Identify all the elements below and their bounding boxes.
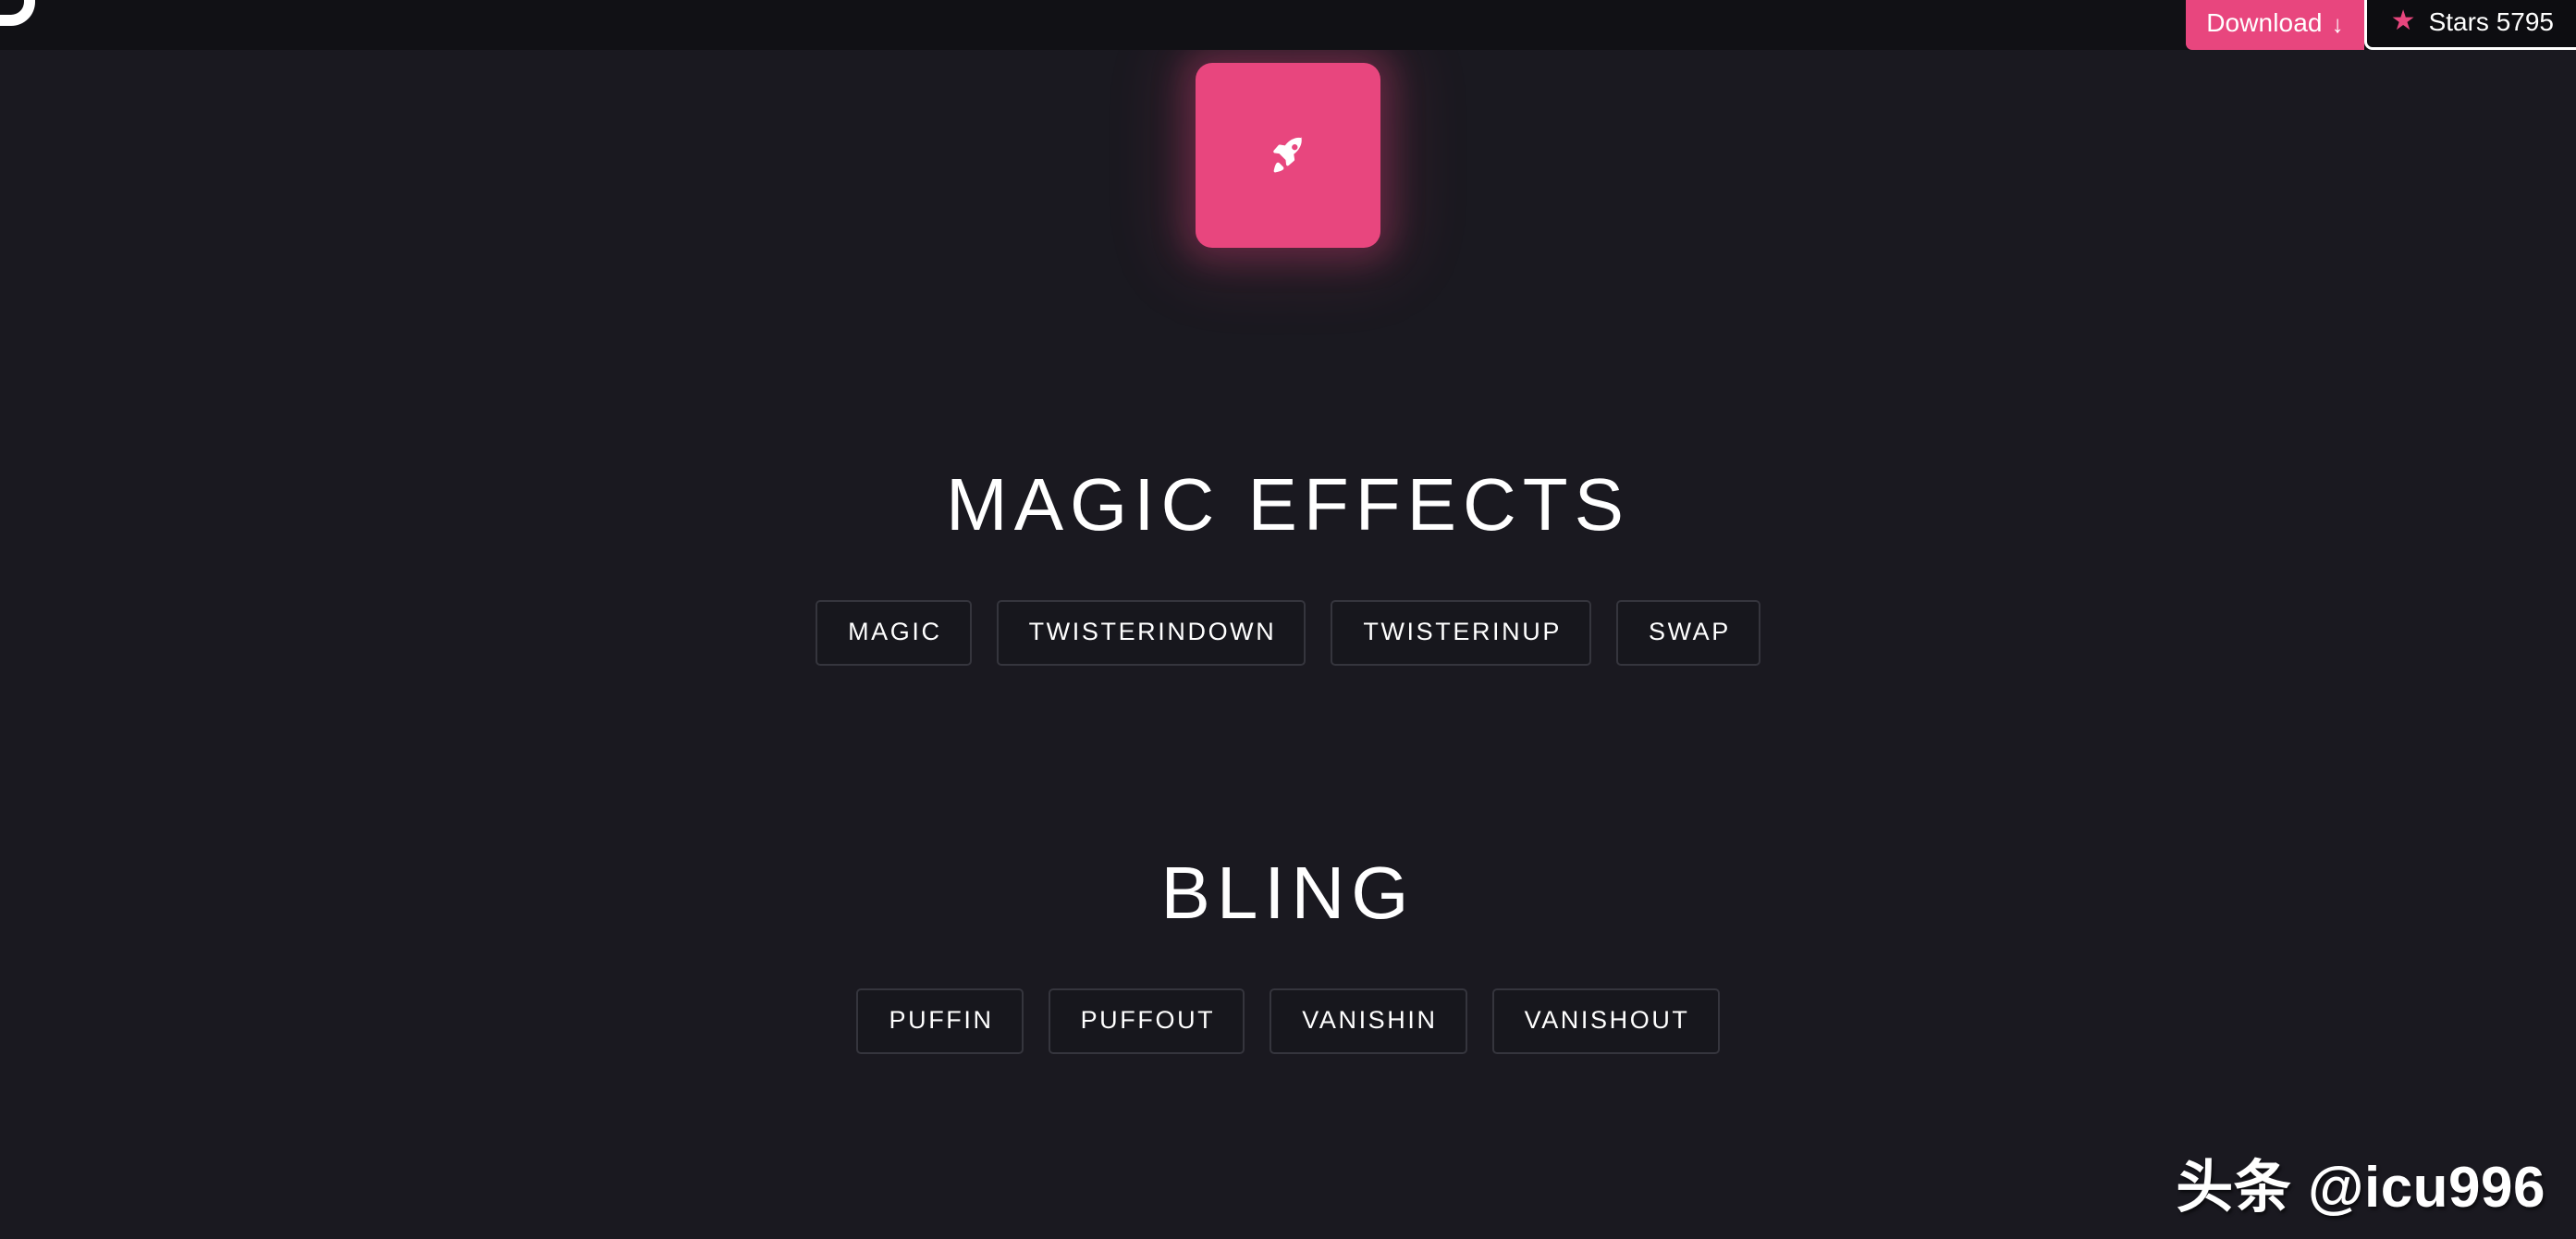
effect-button-twisterindown[interactable]: TWISTERINDOWN (996, 600, 1306, 666)
section-magic-effects: MAGIC EFFECTS MAGIC TWISTERINDOWN TWISTE… (0, 468, 2576, 666)
topbar-actions: Download ↓ ★ Stars 5795 (2186, 0, 2576, 50)
effect-button-puffout[interactable]: PUFFOUT (1048, 988, 1245, 1054)
stars-count-label: Stars 5795 (2428, 6, 2554, 36)
effect-button-magic[interactable]: MAGIC (816, 600, 972, 666)
effect-button-row: PUFFIN PUFFOUT VANISHIN VANISHOUT (0, 988, 2576, 1054)
hero-rocket-card[interactable] (1196, 63, 1380, 248)
watermark: 头条 @icu996 (2176, 1156, 2545, 1220)
effect-button-row: MAGIC TWISTERINDOWN TWISTERINUP SWAP (0, 600, 2576, 666)
effect-button-vanishin[interactable]: VANISHIN (1270, 988, 1467, 1054)
effect-button-vanishout[interactable]: VANISHOUT (1491, 988, 1720, 1054)
hero-card-container (0, 63, 2576, 248)
section-title: BLING (1160, 852, 1416, 934)
rocket-icon (1268, 135, 1308, 176)
effect-button-swap[interactable]: SWAP (1615, 600, 1760, 666)
effect-button-puffin[interactable]: PUFFIN (856, 988, 1024, 1054)
github-stars-button[interactable]: ★ Stars 5795 (2363, 0, 2576, 50)
section-title: MAGIC EFFECTS (946, 463, 1630, 546)
effect-button-twisterinup[interactable]: TWISTERINUP (1331, 600, 1591, 666)
download-arrow-icon: ↓ (2331, 10, 2344, 38)
brand-logo-icon[interactable] (0, 0, 48, 37)
star-icon: ★ (2390, 5, 2416, 36)
download-button[interactable]: Download ↓ (2186, 0, 2364, 50)
section-bling: BLING PUFFIN PUFFOUT VANISHIN VANISHOUT (0, 856, 2576, 1054)
download-button-label: Download (2206, 8, 2323, 37)
